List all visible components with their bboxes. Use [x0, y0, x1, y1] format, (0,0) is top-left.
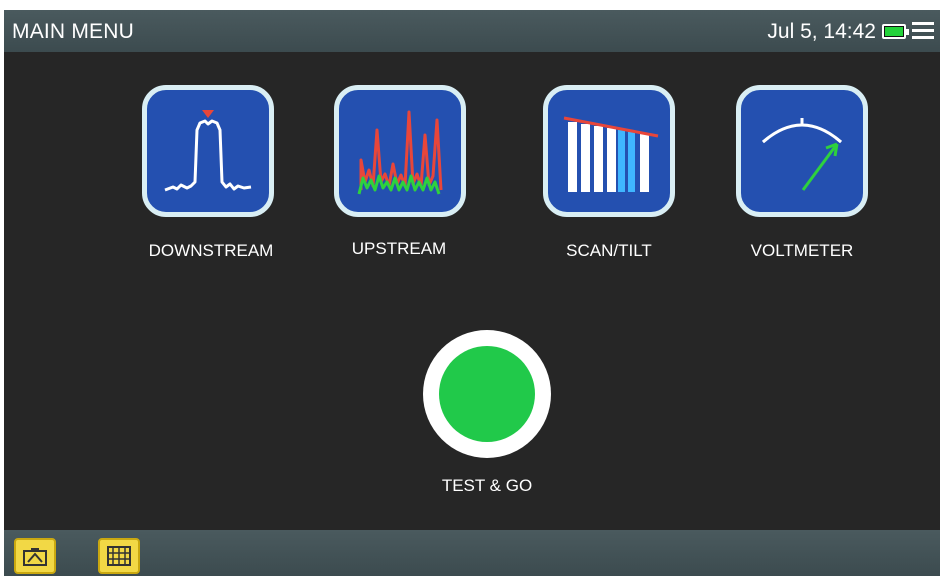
battery-icon: [882, 24, 909, 39]
upstream-spectrum-icon: [357, 110, 443, 195]
page-title: MAIN MENU: [12, 20, 134, 43]
menu-icon[interactable]: [912, 22, 934, 40]
upstream-button[interactable]: [334, 85, 466, 217]
camera-folder-icon: [23, 548, 47, 566]
scan-tilt-button[interactable]: [543, 85, 675, 217]
scan-tilt-label: SCAN/TILT: [566, 241, 652, 260]
test-and-go-label: TEST & GO: [441, 476, 533, 495]
upstream-label: UPSTREAM: [351, 239, 447, 258]
downstream-label: DOWNSTREAM: [148, 241, 274, 260]
datetime-display: Jul 5, 14:42: [767, 20, 876, 43]
go-indicator: [439, 346, 535, 442]
voltmeter-gauge-icon: [762, 118, 842, 191]
bottom-bar: [4, 530, 940, 576]
camera-folder-button[interactable]: [14, 538, 56, 574]
voltmeter-label: VOLTMETER: [750, 241, 854, 260]
downstream-button[interactable]: [142, 85, 274, 217]
grid-folder-button[interactable]: [98, 538, 140, 574]
scan-tilt-icon: [563, 116, 659, 192]
screen: MAIN MENU Jul 5, 14:42 DOWNSTREAM UPSTRE…: [4, 10, 940, 576]
downstream-spectrum-icon: [164, 110, 252, 192]
title-bar: MAIN MENU Jul 5, 14:42: [4, 10, 940, 52]
test-and-go-button[interactable]: [423, 330, 551, 458]
grid-folder-icon: [107, 546, 131, 566]
voltmeter-button[interactable]: [736, 85, 868, 217]
